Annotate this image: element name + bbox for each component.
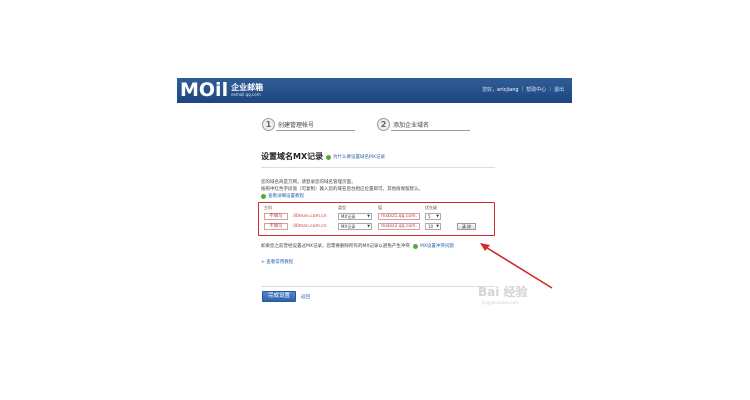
mx-conflict-link[interactable]: MX设置冲突问题 (420, 243, 454, 249)
value-field[interactable]: mxbiz2.qq.com. (378, 223, 420, 230)
domain-suffix: .ll0man.com.cn (292, 224, 327, 229)
user-nav: 您好，ericjiang | 帮助中心 | 退出 (482, 86, 564, 93)
username: ericjiang (497, 87, 519, 93)
logo[interactable]: MOil 企业邮箱 exmail.qq.com (180, 81, 263, 100)
chevron-down-icon: ▼ (436, 214, 439, 218)
help-icon (326, 154, 331, 160)
mx-record-table (258, 202, 495, 236)
logout-link[interactable]: 退出 (554, 86, 564, 93)
arrow-head (480, 243, 490, 251)
chevron-down-icon: ▼ (367, 214, 370, 218)
divider (261, 167, 495, 168)
value-field[interactable]: mxbiz1.qq.com. (378, 213, 420, 220)
delete-button[interactable]: 清 除 (457, 223, 476, 230)
logo-title: 企业邮箱 (231, 83, 264, 92)
priority-select[interactable]: 5 ▼ (425, 213, 441, 220)
greeting: 您好，ericjiang (482, 87, 519, 93)
finish-setup-button[interactable]: 完成设置 (262, 291, 296, 302)
mx-conflict-notice: 如果您之前曾经设置过MX记录，您需要删除所有的MX记录以避免产生冲突 MX设置冲… (261, 243, 454, 249)
divider (261, 286, 495, 287)
col-header-priority: 优先级 (425, 205, 437, 210)
title-help-link[interactable]: 为什么要设置域名MX记录 (326, 154, 385, 160)
help-icon (412, 243, 418, 249)
step-2-label: 添加企业域名 (393, 122, 430, 129)
nav-separator: | (549, 86, 551, 92)
logo-text: 企业邮箱 exmail.qq.com (231, 84, 263, 97)
arrow-shaft (483, 245, 553, 289)
app-header: MOil 企业邮箱 exmail.qq.com 您好，ericjiang | 帮… (177, 78, 572, 103)
help-center-link[interactable]: 帮助中心 (526, 86, 546, 93)
step-2-underline (391, 130, 470, 131)
step-1-number: 1 (262, 118, 275, 131)
step-1-underline (276, 130, 355, 131)
domain-suffix: .ll0man.com.cn (292, 214, 327, 219)
logo-mark: MOil (180, 79, 229, 101)
host-field[interactable]: 不填写 (264, 213, 288, 220)
type-select[interactable]: MX记录 ▼ (338, 213, 372, 220)
back-link[interactable]: 返回 (301, 294, 310, 300)
faq-link[interactable]: + 查看常用教程 (261, 259, 293, 265)
tutorial-icon (261, 193, 266, 199)
step-2-number: 2 (377, 118, 390, 131)
col-header-value: 值 (378, 205, 382, 210)
instruction-line-1: 您的域名商是万网，请登录您的域名管理页面， (261, 180, 356, 185)
logo-subtitle: exmail.qq.com (231, 92, 261, 97)
host-field[interactable]: 不填写 (264, 223, 288, 230)
nav-separator: | (521, 86, 524, 92)
watermark: Bai 经验 jingyan.baidu.com (478, 283, 528, 305)
chevron-down-icon: ▼ (436, 224, 439, 228)
col-header-host: 主机 (264, 205, 272, 210)
type-select[interactable]: MX记录 ▼ (338, 223, 372, 230)
watermark-logo: Bai 经验 (478, 285, 528, 299)
watermark-url: jingyan.baidu.com (482, 300, 519, 305)
col-header-type: 类型 (338, 205, 346, 210)
chevron-down-icon: ▼ (367, 224, 370, 228)
priority-select[interactable]: 10 ▼ (425, 223, 441, 230)
instruction-line-2: 按照中红色字段值（可复制）输入您的域名后台相应位置即可。其他值保留默认。 (261, 187, 423, 192)
step-1-label: 创建管理帐号 (278, 122, 315, 129)
page-title: 设置域名MX记录 (261, 152, 324, 161)
detail-tutorial-link[interactable]: 查看详细设置教程 (261, 193, 304, 199)
